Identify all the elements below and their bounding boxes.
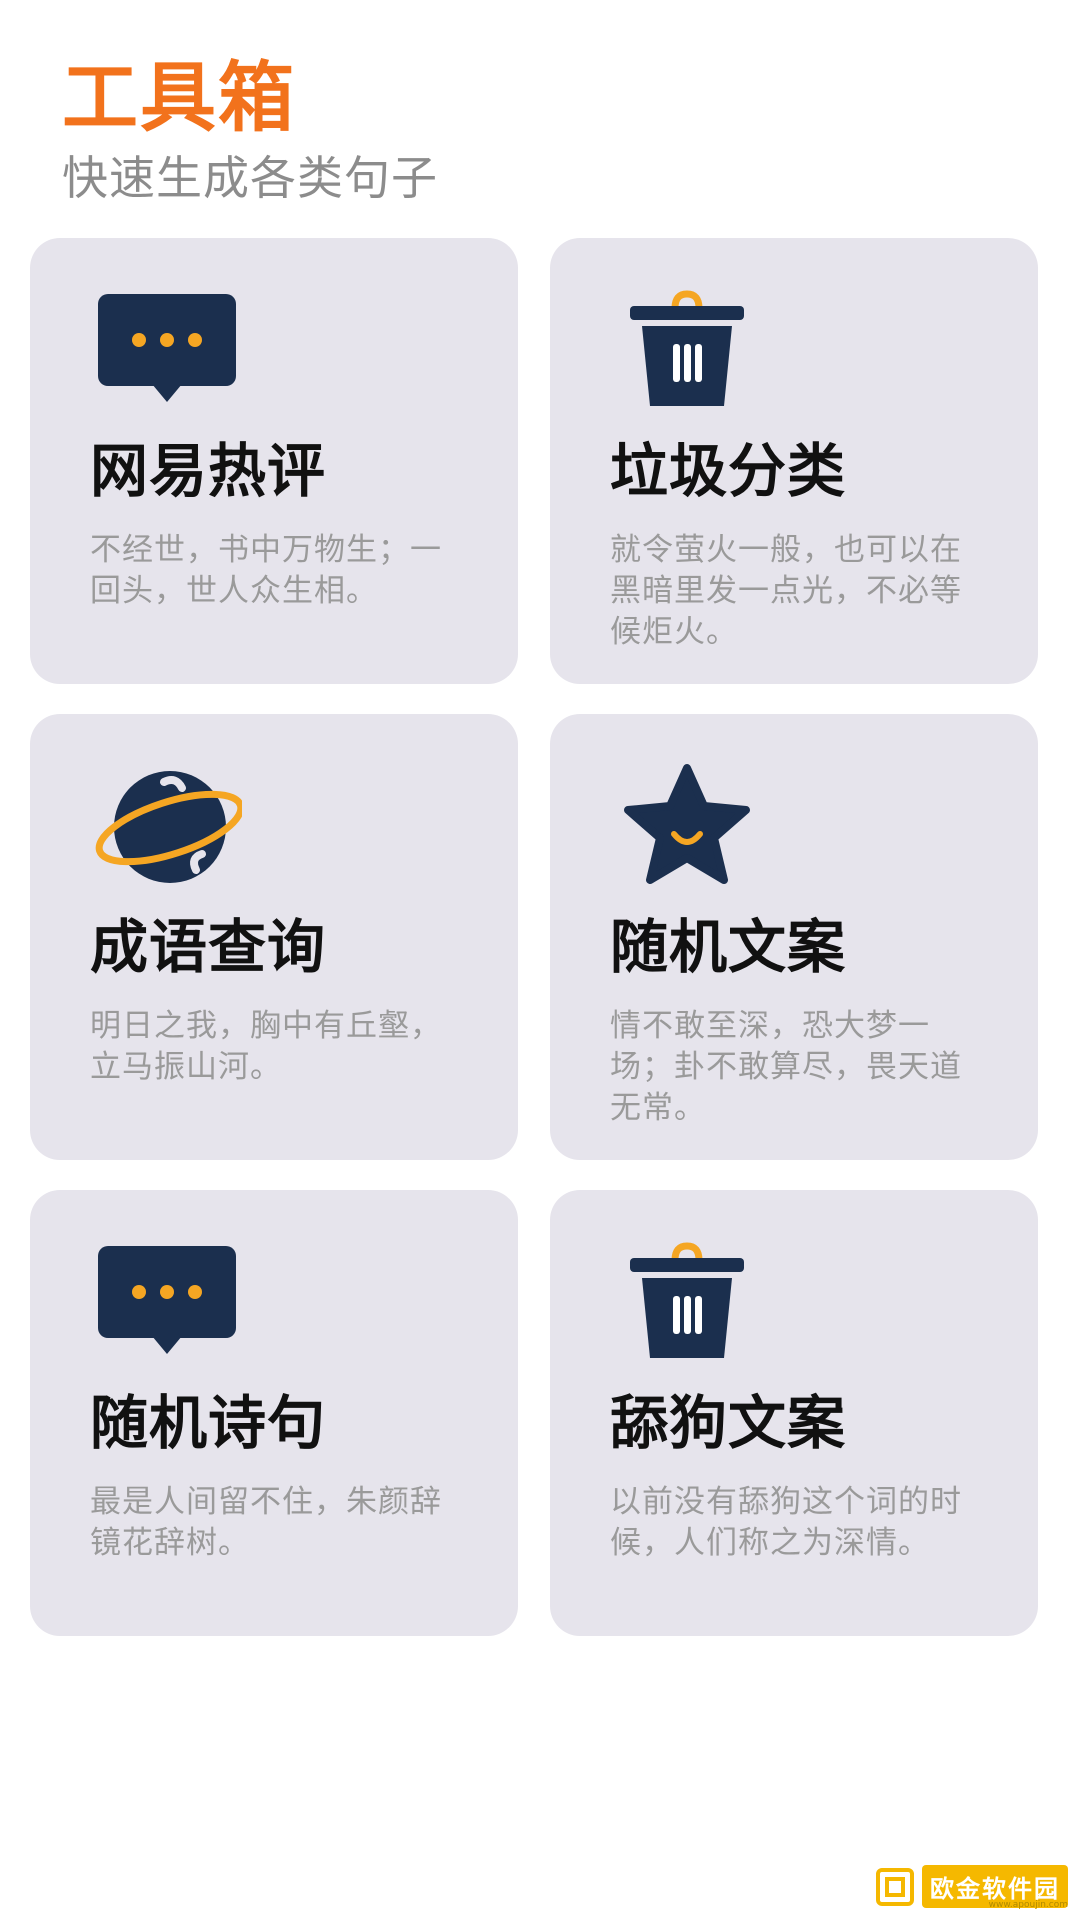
card-description: 不经世，书中万物生；一回头，世人众生相。 (90, 532, 442, 609)
tool-card-random-poetry[interactable]: 随机诗句 最是人间留不住，朱颜辞镜花辞树。 (30, 1190, 518, 1636)
tool-card-idiom-search[interactable]: 成语查询 明日之我，胸中有丘壑，立马振山河。 (30, 714, 518, 1160)
card-description: 明日之我，胸中有丘壑，立马振山河。 (90, 1008, 442, 1085)
tool-card-random-copywriting[interactable]: 随机文案 情不敢至深，恐大梦一场；卦不敢算尽，畏天道无常。 (550, 714, 1038, 1160)
card-description: 情不敢至深，恐大梦一场；卦不敢算尽，畏天道无常。 (610, 1008, 962, 1126)
watermark-logo-icon (876, 1867, 914, 1906)
page-title: 工具箱 (62, 53, 296, 142)
card-description: 就令萤火一般，也可以在黑暗里发一点光，不必等候炬火。 (610, 532, 962, 650)
message-bubble-icon (92, 1238, 242, 1368)
card-title: 舔狗文案 (610, 1389, 847, 1457)
card-title: 垃圾分类 (610, 437, 847, 505)
card-description: 最是人间留不住，朱颜辞镜花辞树。 (90, 1484, 442, 1561)
tool-card-simp-copywriting[interactable]: 舔狗文案 以前没有舔狗这个词的时候，人们称之为深情。 (550, 1190, 1038, 1636)
tool-grid: 网易热评 不经世，书中万物生；一回头，世人众生相。 垃圾分类 就令萤火一般，也可… (30, 238, 1050, 1636)
tool-card-netease-comments[interactable]: 网易热评 不经世，书中万物生；一回头，世人众生相。 (30, 238, 518, 684)
card-title: 成语查询 (90, 913, 327, 981)
card-description: 以前没有舔狗这个词的时候，人们称之为深情。 (610, 1484, 962, 1561)
card-title: 网易热评 (90, 437, 327, 505)
star-icon (612, 762, 762, 892)
message-bubble-icon (92, 286, 242, 416)
card-title: 随机诗句 (90, 1389, 327, 1457)
tool-card-garbage-sorting[interactable]: 垃圾分类 就令萤火一般，也可以在黑暗里发一点光，不必等候炬火。 (550, 238, 1038, 684)
planet-icon (92, 762, 242, 892)
card-title: 随机文案 (610, 913, 847, 981)
watermark-url: www.apoujin.com (988, 1900, 1068, 1910)
trash-bin-icon (612, 1238, 762, 1368)
trash-bin-icon (612, 286, 762, 416)
page-subtitle: 快速生成各类句子 (62, 151, 438, 206)
header: 工具箱 快速生成各类句子 (62, 52, 438, 206)
watermark: 欧金软件园 www.apoujin.com (876, 1865, 1068, 1910)
